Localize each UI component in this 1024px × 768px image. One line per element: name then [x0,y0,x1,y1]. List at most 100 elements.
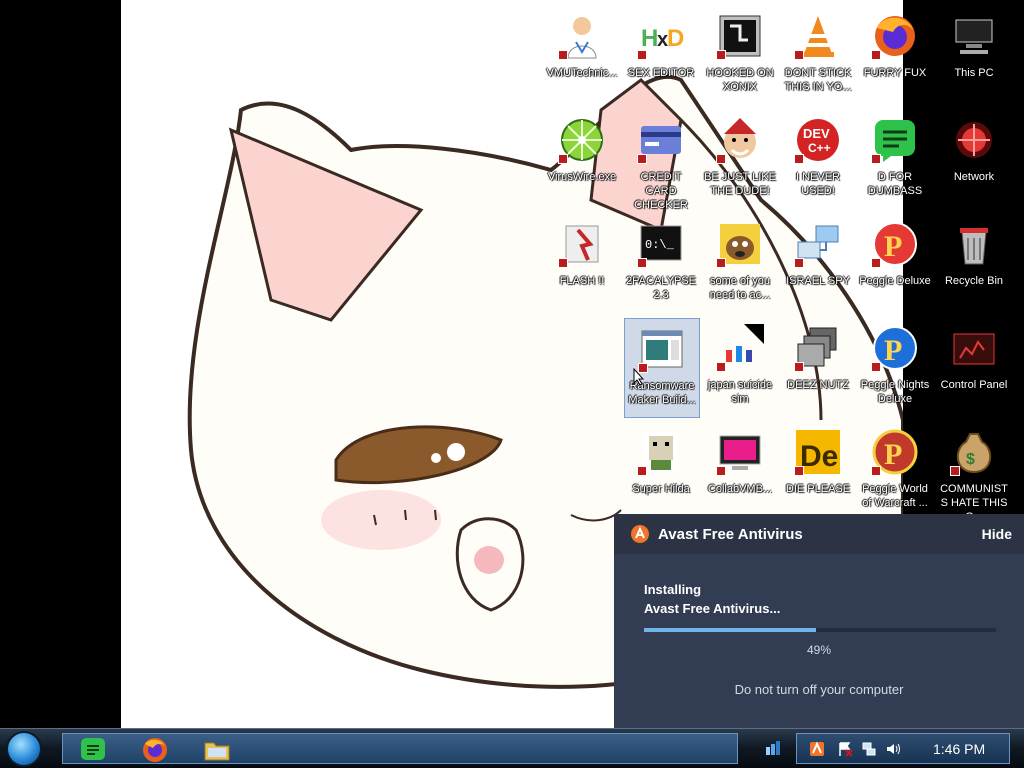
desktop-icon[interactable]: ISRAEL SPY [780,214,856,314]
desktop-icon[interactable]: Hx D SEX EDITOR [623,6,699,106]
desktop-icon[interactable]: FURRY FUX [857,6,933,106]
desktop-icon[interactable]: P Peggle World of Warcraft ... [857,422,933,522]
desktop-icon[interactable]: VirusWire.exe [544,110,620,210]
show-desktop-icon[interactable] [764,739,782,757]
desktop-icon[interactable]: Recycle Bin [936,214,1012,314]
desktop-icon[interactable]: CREDIT CARD CHECKER [623,110,699,211]
system-tray: 1:46 PM [796,733,1010,764]
install-status-line1: Installing [644,582,702,597]
desktop-icon[interactable]: Control Panel [936,318,1012,418]
taskbar-quick-launch [62,733,738,764]
desktop-icon[interactable]: De DIE PLEASE [780,422,856,522]
shortcut-arrow-icon [637,154,647,164]
desktop-icon[interactable]: Network [936,110,1012,210]
shortcut-arrow-icon [871,50,881,60]
desktop-icon-label: CREDIT CARD CHECKER [634,171,688,211]
flash-icon [558,220,606,268]
avast-body: Installing Avast Free Antivirus... 49% D… [614,554,1024,728]
devcpp-icon: DEV C++ [794,116,842,164]
install-status-line2: Avast Free Antivirus... [644,601,781,616]
desktop-icon-label: Control Panel [940,379,1008,391]
action-center-flag-icon[interactable] [837,741,853,757]
shortcut-arrow-icon [716,154,726,164]
hxd-editor-icon: HxD [637,12,685,60]
desktop-icon[interactable]: DEV C++ I NEVER USED! [780,110,856,210]
avast-header: Avast Free Antivirus Hide [614,514,1024,554]
start-button[interactable] [6,731,42,767]
desktop-icon[interactable]: FLASH !! [544,214,620,314]
peggle-nights-icon: P [871,324,919,372]
scooby-dog-icon [716,220,764,268]
desktop-icon[interactable]: BE JUST LIKE THE DUDE! [702,110,778,210]
desktop-icon-label: D FOR DUMBASS [867,171,923,197]
vlc-cone-icon [794,12,842,60]
desktop-icon[interactable]: japan suicide sim [702,318,778,418]
desktop-icon[interactable]: HOOKED ON XONIX [702,6,778,106]
credit-card-icon [637,116,685,164]
desktop-icon-label: DONT STICK THIS IN YO... [784,67,852,93]
desktop-icon[interactable]: 0:\_ 2PACALYPSE 2.3 [623,214,699,314]
network-pc-icon [794,220,842,268]
peggle-icon: P [871,220,919,268]
desktop-icon-label: Peggle World of Warcraft ... [862,483,928,509]
taskbar-clock[interactable]: 1:46 PM [933,741,985,757]
desktop-icon[interactable]: DONT STICK THIS IN YO... [780,6,856,106]
desktop-icon[interactable]: P Peggle Nights Deluxe [857,318,933,418]
desktop-icon[interactable]: This PC [936,6,1012,106]
shortcut-arrow-icon [871,154,881,164]
desktop-icon-label: Peggle Nights Deluxe [860,379,930,405]
shortcut-arrow-icon [871,362,881,372]
computer-icon [950,12,998,60]
desktop-icon-label: ISRAEL SPY [786,275,850,287]
network-orb-icon [950,116,998,164]
desktop-icon[interactable]: Super Hilda [623,422,699,522]
desktop-icon-label: some of you need to ac... [709,275,771,301]
desktop-icon-label: CollabVMB... [707,483,773,495]
desktop-icon-label: I NEVER USED! [795,171,840,197]
money-bag-icon: $ [950,428,998,476]
control-panel-icon [950,324,998,372]
install-progress-percent: 49% [806,643,832,657]
network-tray-icon[interactable] [861,741,877,757]
shortcut-arrow-icon [871,466,881,476]
desktop-icon[interactable]: D FOR DUMBASS [857,110,933,210]
firefox-icon [143,738,167,762]
desktop-icon-label: VMUTechnic... [546,67,618,79]
avast-title: Avast Free Antivirus [658,526,803,543]
taskbar-pinned-firefox[interactable] [141,736,171,764]
volume-icon[interactable] [885,741,901,757]
green-chat-icon [871,116,919,164]
shortcut-arrow-icon [794,154,804,164]
desktop-icon[interactable]: DEEZ NUTZ [780,318,856,418]
desktop-icon[interactable]: P Peggle Deluxe [857,214,933,314]
shortcut-arrow-icon [637,50,647,60]
shortcut-arrow-icon [637,258,647,268]
shortcut-arrow-icon [794,258,804,268]
shortcut-arrow-icon [716,50,726,60]
avast-tray-icon[interactable] [809,741,825,757]
svg-text:0:\_: 0:\_ [645,238,675,252]
taskbar-pinned-chat[interactable] [79,736,109,764]
desktop-icon[interactable]: $COMMUNISTS HATE THIS G... [936,422,1012,523]
pixel-figures-icon [716,324,764,372]
shortcut-arrow-icon [716,258,726,268]
desktop-icon[interactable]: CollabVMB... [702,422,778,522]
desktop-icon-label: Network [953,171,995,183]
desktop-icon-label: Peggle Deluxe [859,275,931,287]
elf-face-icon [716,116,764,164]
desktop-icon[interactable]: VMUTechnic... [544,6,620,106]
shortcut-arrow-icon [716,362,726,372]
folder-icon [204,742,230,761]
taskbar-pinned-explorer[interactable] [203,736,233,764]
shortcut-arrow-icon [558,258,568,268]
hide-button[interactable]: Hide [982,526,1012,542]
shortcut-arrow-icon [950,466,960,476]
shortcut-arrow-icon [558,50,568,60]
svg-text:De: De [800,440,838,473]
shortcut-arrow-icon [871,258,881,268]
pixel-hilda-icon [637,428,685,476]
de-letters-icon: De [794,428,842,476]
svg-text:P: P [884,230,902,263]
lime-disc-icon [558,116,606,164]
desktop-icon[interactable]: some of you need to ac... [702,214,778,314]
